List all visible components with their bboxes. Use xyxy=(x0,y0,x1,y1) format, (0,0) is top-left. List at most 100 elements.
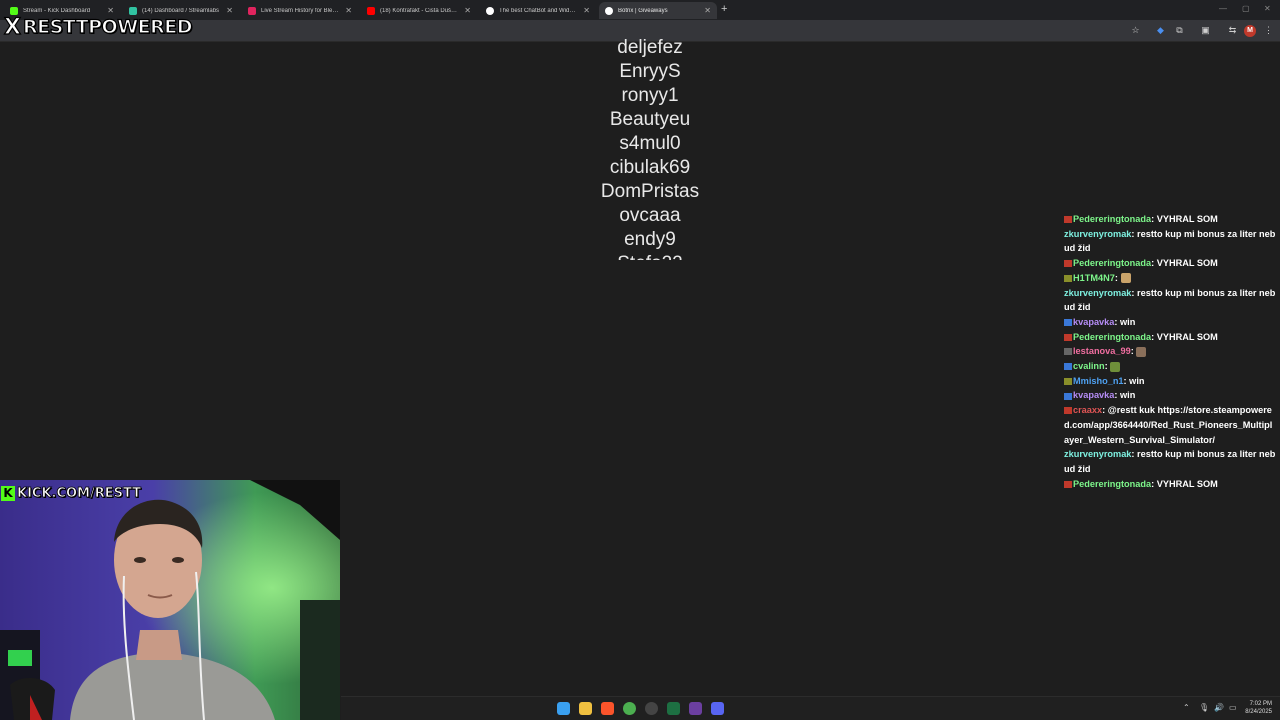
chat-emote-icon xyxy=(1120,273,1131,284)
chat-message: H1TM4N7: xyxy=(1064,271,1276,286)
profile-avatar[interactable]: M xyxy=(1244,25,1256,37)
chat-username[interactable]: zkurvenyromak xyxy=(1064,288,1131,298)
system-clock[interactable]: 7:02 PM 8/24/2025 xyxy=(1245,700,1272,716)
chat-username[interactable]: kvapavka xyxy=(1073,390,1114,400)
chat-username[interactable]: Pedereringtonada xyxy=(1073,479,1151,489)
extensions-puzzle-icon[interactable]: ⧉ xyxy=(1174,25,1185,36)
giveaway-entrant: ovcaaa xyxy=(619,205,681,226)
chat-message: craaxx: @restt kuk https://store.steampo… xyxy=(1064,403,1276,447)
close-window-icon[interactable]: ✕ xyxy=(1264,4,1271,13)
chat-badge-icon xyxy=(1064,377,1072,385)
chat-message: kvapavka: win xyxy=(1064,315,1276,330)
chat-badge-icon xyxy=(1064,318,1072,326)
chat-badge-icon xyxy=(1064,260,1072,268)
giveaway-entrant: Beautyeu xyxy=(609,109,691,130)
chat-badge-icon xyxy=(1064,348,1072,356)
maximize-icon[interactable]: ▢ xyxy=(1242,4,1250,13)
tab-youtube[interactable]: (18) Kontrafakt - Čistá Duša pro ✕ xyxy=(361,2,477,19)
chat-badge-icon xyxy=(1064,480,1072,488)
new-tab-button[interactable]: + xyxy=(721,3,727,15)
extension-icon[interactable]: ◆ xyxy=(1155,25,1166,36)
chat-message: Pedereringtonada: VYHRAL SOM xyxy=(1064,256,1276,271)
close-icon[interactable]: ✕ xyxy=(226,6,233,15)
chat-username[interactable]: lestanova_99 xyxy=(1073,346,1131,356)
chat-username[interactable]: H1TM4N7 xyxy=(1073,273,1115,283)
webcam-image xyxy=(0,480,340,720)
file-explorer-icon[interactable] xyxy=(579,702,592,715)
chat-emote-icon xyxy=(1136,346,1147,357)
close-icon[interactable]: ✕ xyxy=(583,6,590,15)
chat-username[interactable]: Pedereringtonada xyxy=(1073,332,1151,342)
chat-username[interactable]: Mmisho_n1 xyxy=(1073,376,1124,386)
clock-time: 7:02 PM xyxy=(1249,701,1272,707)
windows-start-icon[interactable] xyxy=(557,702,570,715)
chat-username[interactable]: zkurvenyromak xyxy=(1064,229,1131,239)
tab-blerp[interactable]: Live Stream History for Blerp St ✕ xyxy=(242,2,358,19)
giveaway-entrant: deljefez xyxy=(617,38,683,58)
giveaway-entrant: ronyy1 xyxy=(621,85,679,106)
logo-text: RESTTPOWERED xyxy=(22,15,193,38)
botrix-favicon-icon xyxy=(486,6,494,15)
chat-badge-icon xyxy=(1064,392,1072,400)
close-icon[interactable]: ✕ xyxy=(704,6,711,15)
close-icon[interactable]: ✕ xyxy=(345,6,352,15)
windows-taskbar: ⌃ 🎙 🔊 ▭ 7:02 PM 8/24/2025 xyxy=(341,696,1280,720)
chat-overlay: Pedereringtonada: VYHRAL SOM zkurvenyroma… xyxy=(1064,212,1276,491)
cast-icon[interactable]: ⇆ xyxy=(1227,25,1238,36)
botrix-favicon-icon xyxy=(605,6,613,15)
chat-text: VYHRAL SOM xyxy=(1156,331,1218,342)
chat-text: VYHRAL SOM xyxy=(1156,214,1218,224)
blerp-favicon-icon xyxy=(248,6,256,15)
chat-badge-icon xyxy=(1064,407,1072,415)
chrome-icon[interactable] xyxy=(623,702,636,715)
brave-icon[interactable] xyxy=(601,702,614,715)
chat-message: Pedereringtonada: VYHRAL SOM xyxy=(1064,477,1276,492)
logo-x-mark: X xyxy=(3,14,21,40)
giveaway-entrant: endy9 xyxy=(624,229,676,250)
chat-text: win xyxy=(1120,316,1136,327)
menu-kebab-icon[interactable]: ⋮ xyxy=(1263,25,1274,36)
chat-username[interactable]: Pedereringtonada xyxy=(1073,214,1151,224)
stream-logo: X RESTTPOWERED xyxy=(3,14,193,40)
chat-message: kvapavka: win xyxy=(1064,388,1276,403)
chat-text: VYHRAL SOM xyxy=(1156,258,1218,269)
microphone-icon[interactable]: 🎙 xyxy=(1199,703,1209,712)
volume-icon[interactable]: 🔊 xyxy=(1214,703,1224,712)
chat-text: win xyxy=(1120,390,1136,401)
chat-separator: : xyxy=(1114,272,1121,283)
chat-username[interactable]: Pedereringtonada xyxy=(1073,258,1151,268)
giveaway-entrant: DomPristas xyxy=(600,181,700,202)
chat-message: Mmisho_n1: win xyxy=(1064,374,1276,389)
sidepanel-icon[interactable]: ▣ xyxy=(1200,25,1211,36)
chat-message: zkurvenyromak: restto kup mi bonus za li… xyxy=(1064,286,1276,315)
tab-botrix-giveaways[interactable]: Botrix | Giveaways ✕ xyxy=(599,2,717,19)
tab-chatbot[interactable]: The best ChatBot and Widgets ✕ xyxy=(480,2,596,19)
clock-date: 8/24/2025 xyxy=(1245,709,1272,715)
screen: Stream - Kick Dashboard ✕ (14) Dashboard… xyxy=(0,0,1280,720)
tray-chevron-icon[interactable]: ⌃ xyxy=(1183,703,1190,712)
chat-emote-icon xyxy=(1110,361,1121,372)
excel-icon[interactable] xyxy=(667,702,680,715)
obs-icon[interactable] xyxy=(645,702,658,715)
chat-username[interactable]: cvalinn xyxy=(1073,361,1105,371)
chat-badge-icon xyxy=(1064,363,1072,371)
chat-username[interactable]: zkurvenyromak xyxy=(1064,449,1131,459)
chat-text: VYHRAL SOM xyxy=(1156,478,1218,489)
minimize-icon[interactable]: — xyxy=(1219,4,1227,13)
kick-banner: K KICK.COM/RESTT xyxy=(1,485,141,502)
chat-text: win xyxy=(1129,375,1145,386)
chat-username[interactable]: craaxx xyxy=(1073,405,1102,415)
kick-url-text: KICK.COM/RESTT xyxy=(17,486,142,502)
chat-username[interactable]: kvapavka xyxy=(1073,317,1114,327)
app-purple-icon[interactable] xyxy=(689,702,702,715)
bookmark-star-icon[interactable]: ☆ xyxy=(1130,25,1141,36)
kick-logo-icon: K xyxy=(1,486,15,501)
chat-message: Pedereringtonada: VYHRAL SOM xyxy=(1064,330,1276,345)
discord-icon[interactable] xyxy=(711,702,724,715)
giveaway-name-list: deljefez EnryyS ronyy1 Beautyeu s4mul0 c… xyxy=(550,38,750,260)
chat-message: zkurvenyromak: restto kup mi bonus za li… xyxy=(1064,447,1276,476)
close-icon[interactable]: ✕ xyxy=(464,6,471,15)
giveaway-entrant: s4mul0 xyxy=(619,133,681,154)
network-icon[interactable]: ▭ xyxy=(1229,703,1237,712)
giveaway-entrant: cibulak69 xyxy=(609,157,691,178)
